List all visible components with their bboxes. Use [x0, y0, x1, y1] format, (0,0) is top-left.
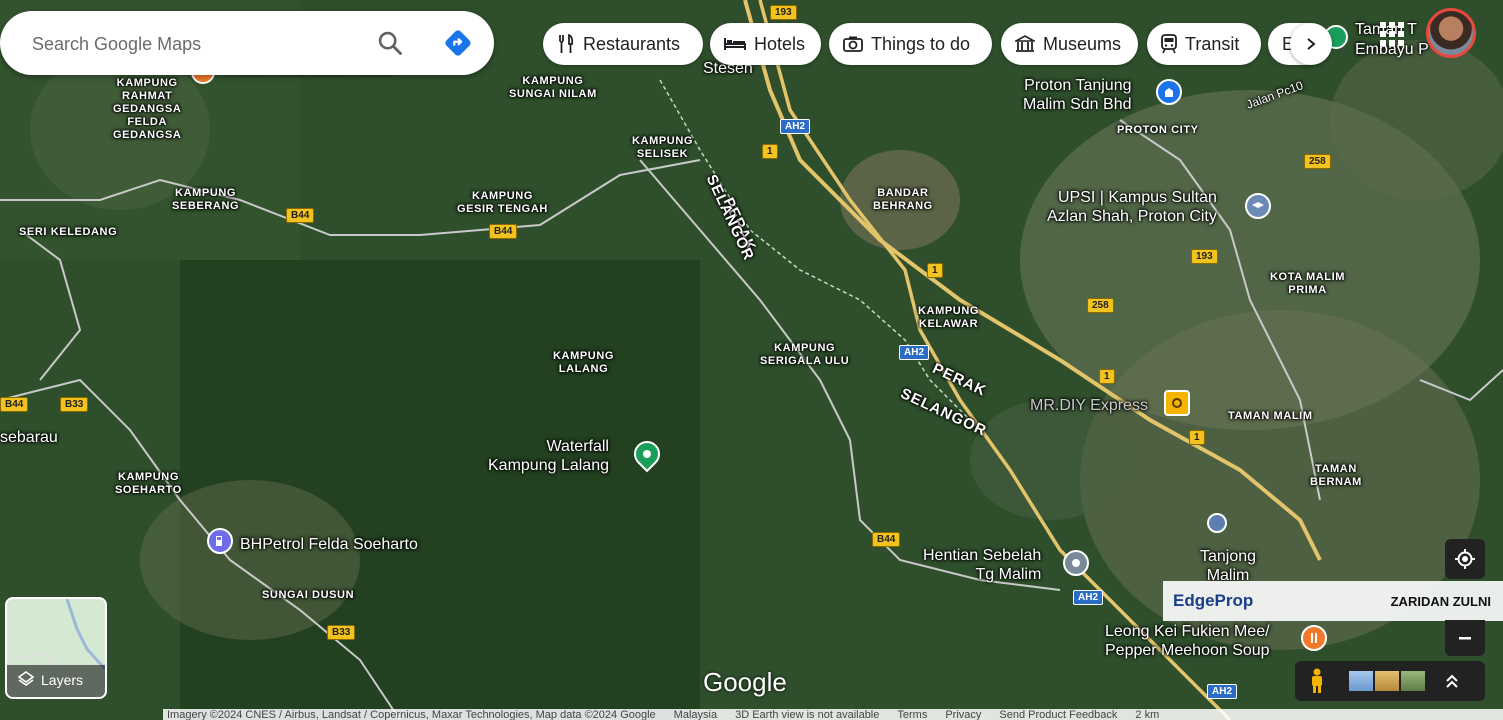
place-label-mrdiy[interactable]: MR.DIY Express	[1030, 396, 1148, 415]
train-icon	[1161, 34, 1177, 54]
route-shield-258: 258	[1304, 154, 1331, 169]
transit-pin-icon[interactable]	[1207, 513, 1227, 533]
university-pin-icon[interactable]	[1245, 193, 1271, 219]
pegman-icon[interactable]	[1309, 668, 1325, 694]
layers-label: Layers	[41, 672, 84, 688]
rest-area-pin-icon[interactable]	[1063, 550, 1089, 576]
place-label-waterfall[interactable]: Waterfall Kampung Lalang	[488, 437, 609, 475]
route-shield-258: 258	[1087, 298, 1114, 313]
privacy-link[interactable]: Privacy	[945, 709, 981, 720]
place-label-proton[interactable]: Proton Tanjung Malim Sdn Bhd	[1023, 76, 1132, 114]
chip-label: Hotels	[754, 33, 806, 54]
search-icon[interactable]	[376, 29, 404, 62]
route-shield-193: 193	[1191, 249, 1218, 264]
village-label-proton-city: PROTON CITY	[1117, 124, 1199, 136]
village-label-serigala-ulu: KAMPUNG SERIGALA ULU	[760, 342, 850, 367]
village-label-rahmat: KAMPUNG RAHMAT GEDANGSA FELDA GEDANGSA	[113, 77, 182, 141]
bottom-toolbar	[1295, 661, 1485, 701]
chip-things-to-do[interactable]: Things to do	[829, 23, 992, 65]
village-label-taman-malim: TAMAN MALIM	[1228, 410, 1313, 422]
apps-grid-icon[interactable]	[1380, 22, 1404, 46]
edgeprop-logo: EdgeProp	[1173, 591, 1254, 610]
museum-icon	[1015, 35, 1035, 52]
place-label-upsi[interactable]: UPSI | Kampus Sultan Azlan Shah, Proton …	[1047, 188, 1217, 226]
chip-transit[interactable]: Transit	[1147, 23, 1261, 65]
chips-scroll-right-button[interactable]	[1290, 23, 1332, 65]
restaurant-pin-icon[interactable]	[1301, 625, 1327, 651]
village-label-kota-malim: KOTA MALIM PRIMA	[1270, 271, 1346, 296]
chip-restaurants[interactable]: Restaurants	[543, 23, 703, 65]
route-shield-1: 1	[762, 144, 778, 159]
google-logo: Google	[703, 667, 787, 697]
route-shield-1: 1	[927, 263, 943, 278]
route-shield-ah2: AH2	[899, 345, 930, 360]
village-label-seri-keledang: SERI KELEDANG	[19, 226, 118, 238]
terms-link[interactable]: Terms	[897, 709, 927, 720]
route-shield-b44: B44	[0, 397, 29, 412]
place-label-tanjong[interactable]: Tanjong Malim	[1200, 547, 1256, 585]
imagery-thumb-1-icon[interactable]	[1349, 671, 1373, 691]
minus-icon	[1459, 637, 1471, 640]
directions-icon[interactable]	[443, 28, 473, 63]
avatar[interactable]	[1426, 8, 1476, 58]
village-label-sungai-dusun: SUNGAI DUSUN	[262, 589, 355, 601]
village-label-seberang: KAMPUNG SEBERANG	[172, 187, 240, 212]
chevron-right-icon	[1307, 38, 1316, 50]
feedback-link[interactable]: Send Product Feedback	[999, 709, 1117, 720]
route-shield-b44: B44	[286, 208, 315, 223]
village-label-bandar-behrang: BANDAR BEHRANG	[873, 187, 933, 212]
search-input[interactable]	[30, 11, 364, 77]
edgeprop-owner: ZARIDAN ZULNI	[1390, 593, 1491, 609]
place-label-sebarau: sebarau	[0, 429, 58, 446]
layers-icon	[17, 671, 35, 686]
chip-museums[interactable]: Museums	[1001, 23, 1138, 65]
office-pin-icon[interactable]	[1156, 79, 1182, 105]
village-label-selisek: KAMPUNG SELISEK	[632, 135, 694, 160]
imagery-thumb-3-icon[interactable]	[1401, 671, 1425, 691]
chip-hotels[interactable]: Hotels	[710, 23, 821, 65]
chip-label: Museums	[1043, 33, 1122, 54]
scale-label[interactable]: 2 km	[1135, 709, 1159, 720]
shopping-pin-icon[interactable]	[1164, 390, 1190, 416]
attribution-bar: Imagery ©2024 CNES / Airbus, Landsat / C…	[163, 709, 1503, 720]
route-shield-193: 193	[770, 5, 797, 20]
country-link[interactable]: Malaysia	[674, 709, 717, 720]
fork-knife-icon	[559, 34, 574, 53]
camera-icon	[843, 36, 863, 52]
route-shield-b44: B44	[489, 224, 518, 239]
imagery-credit: Imagery ©2024 CNES / Airbus, Landsat / C…	[167, 709, 656, 720]
place-label-hentian[interactable]: Hentian Sebelah Tg Malim	[923, 546, 1041, 584]
chip-label: Restaurants	[583, 33, 681, 54]
village-label-kelawar: KAMPUNG KELAWAR	[918, 305, 980, 330]
route-shield-ah2: AH2	[780, 119, 811, 134]
expand-up-icon[interactable]	[1445, 673, 1459, 689]
earth-view-notice: 3D Earth view is not available	[735, 709, 880, 720]
bed-icon	[724, 38, 746, 50]
place-label-leong[interactable]: Leong Kei Fukien Mee/ Pepper Meehoon Sou…	[1105, 622, 1270, 660]
layers-button[interactable]: Layers	[5, 597, 107, 699]
route-shield-1: 1	[1099, 369, 1115, 384]
route-shield-b33: B33	[327, 625, 356, 640]
route-shield-b33: B33	[60, 397, 89, 412]
village-label-soeharto: KAMPUNG SOEHARTO	[115, 471, 182, 496]
village-label-taman-bernam: TAMAN BERNAM	[1310, 463, 1362, 488]
place-label-bhpetrol[interactable]: BHPetrol Felda Soeharto	[240, 535, 418, 554]
chip-label: Transit	[1185, 33, 1240, 54]
zoom-out-button[interactable]	[1445, 620, 1485, 656]
imagery-thumb-2-icon[interactable]	[1375, 671, 1399, 691]
route-shield-ah2: AH2	[1073, 590, 1104, 605]
route-shield-ah2: AH2	[1207, 684, 1238, 699]
search-bar	[0, 11, 494, 77]
chip-label: Things to do	[871, 33, 971, 54]
edgeprop-watermark: EdgeProp ZARIDAN ZULNI	[1163, 581, 1503, 621]
my-location-button[interactable]	[1445, 539, 1485, 579]
village-label-sungai-nilam: KAMPUNG SUNGAI NILAM	[509, 75, 597, 100]
gas-station-pin-icon[interactable]	[207, 528, 233, 554]
village-label-lalang: KAMPUNG LALANG	[553, 350, 615, 375]
route-shield-1: 1	[1189, 430, 1205, 445]
village-label-gesir-tengah: KAMPUNG GESIR TENGAH	[457, 190, 548, 215]
route-shield-b44: B44	[872, 532, 901, 547]
crosshair-icon	[1455, 549, 1475, 569]
